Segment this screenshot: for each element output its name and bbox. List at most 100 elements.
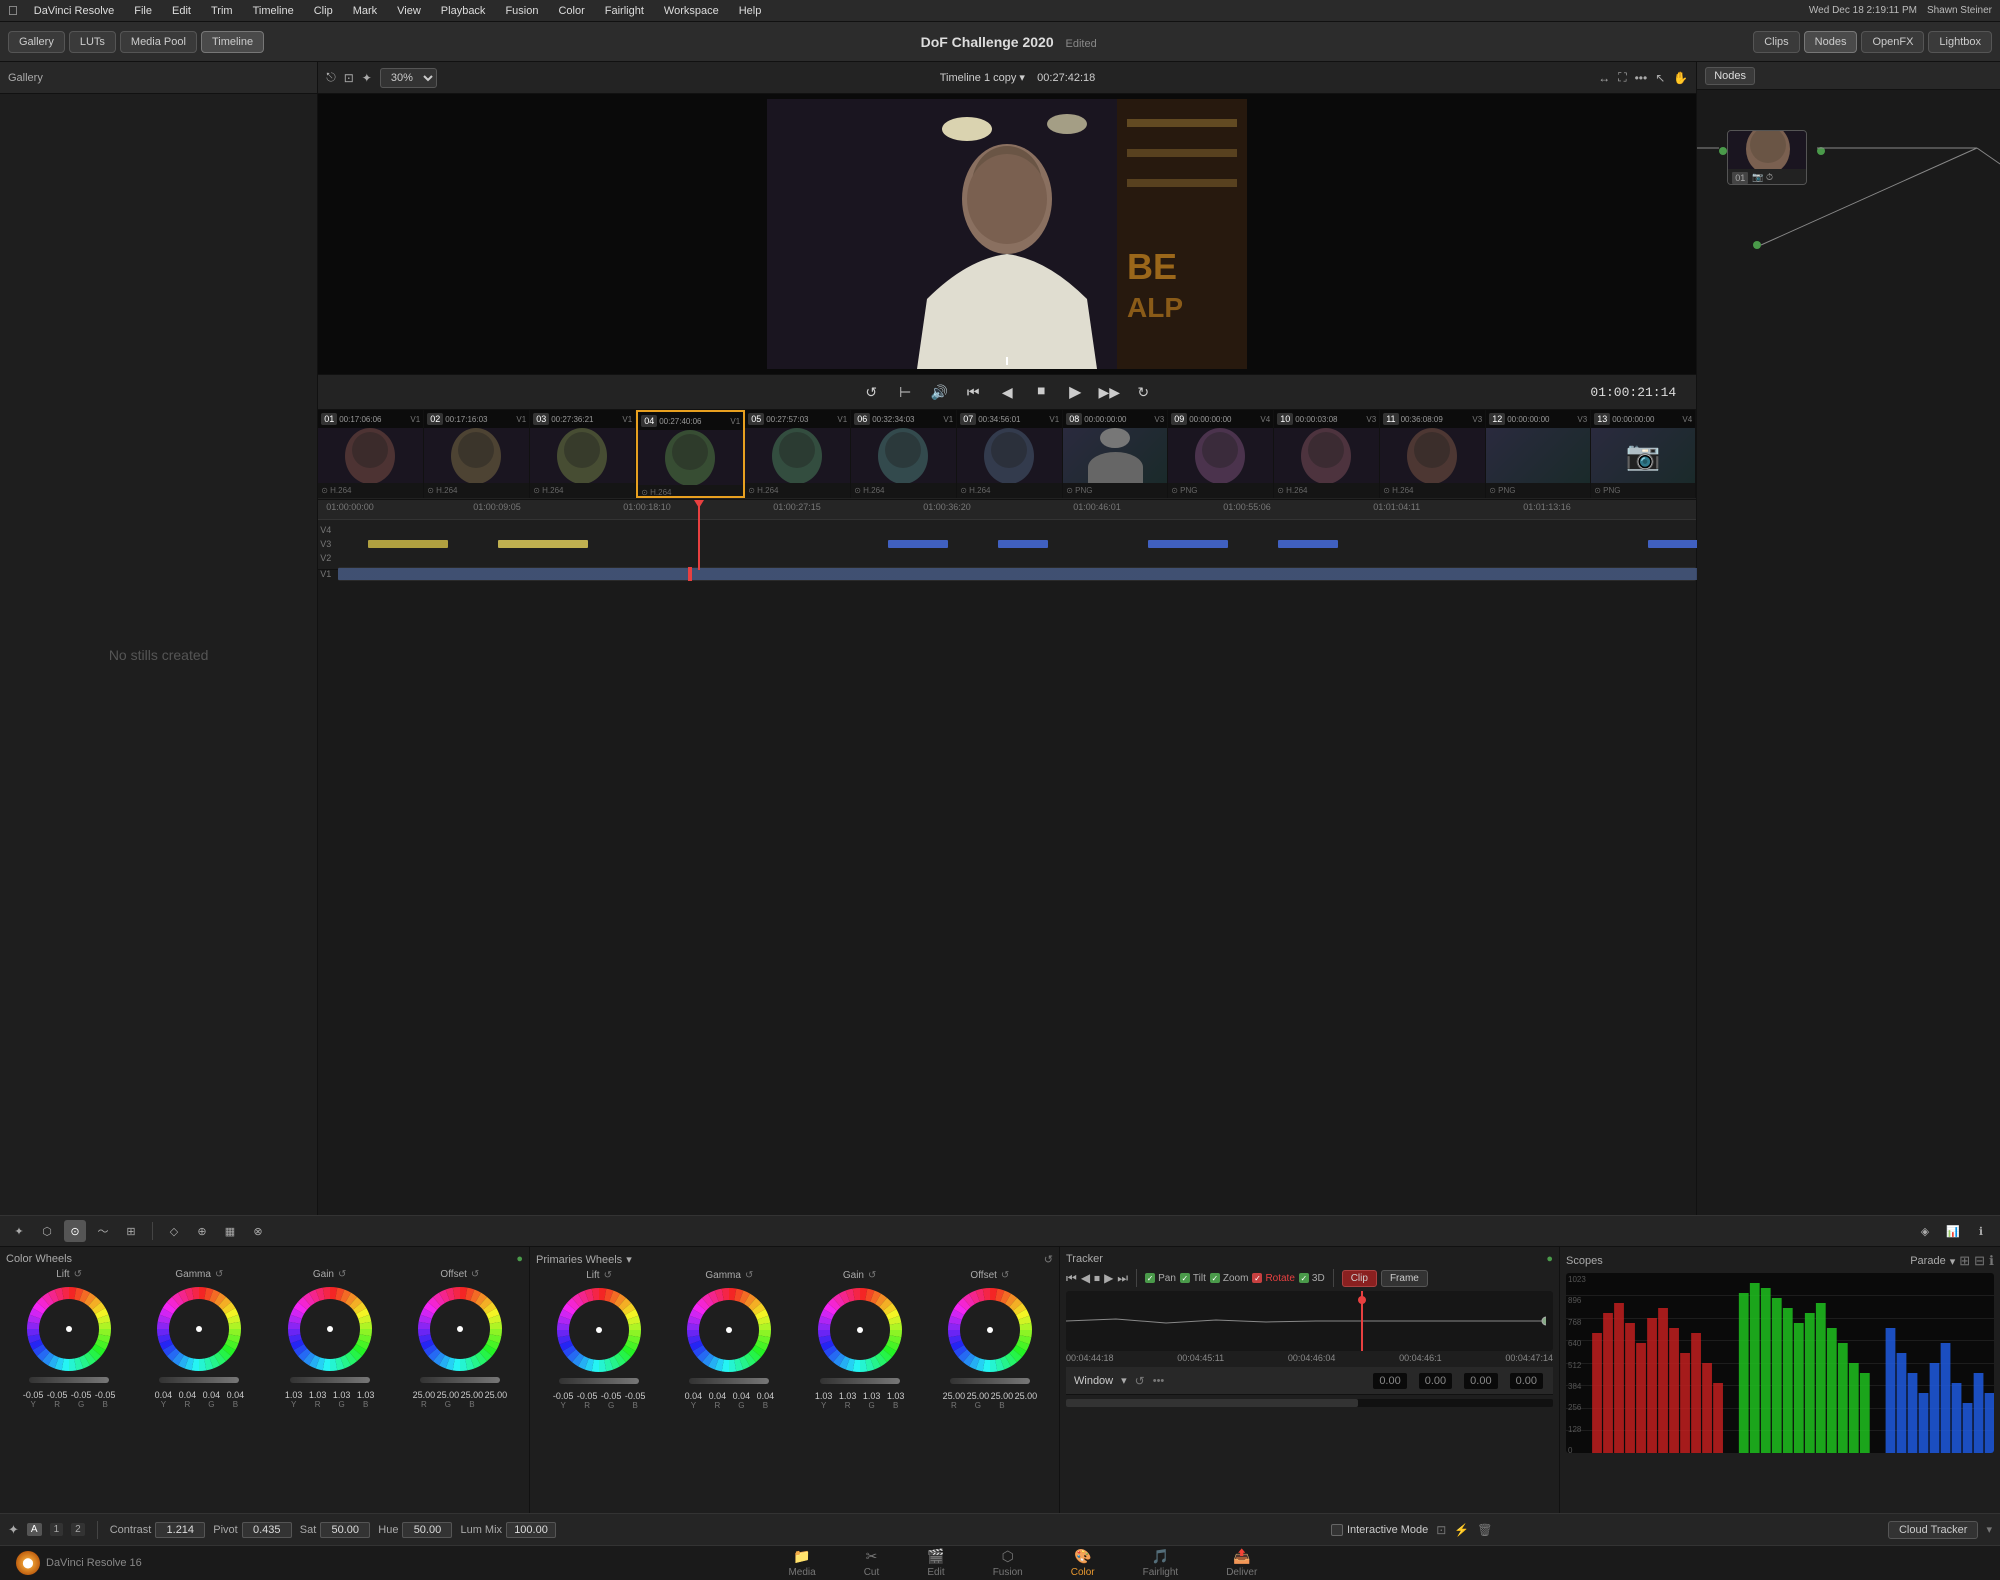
menu-mark[interactable]: Mark	[349, 3, 381, 19]
hue-input[interactable]	[402, 1522, 452, 1538]
cloud-tracker-button[interactable]: Cloud Tracker	[1888, 1521, 1978, 1539]
clip-item-04[interactable]: 04 00:27:40:06 V1 ⊙ H.264	[636, 410, 745, 498]
nav-item-deliver[interactable]: 📤 Deliver	[1202, 1546, 1281, 1580]
tracker-scrubber[interactable]	[1066, 1399, 1553, 1407]
wheels-icon[interactable]: ⊙	[64, 1220, 86, 1242]
scope-toggle-icon[interactable]: 📊	[1942, 1220, 1964, 1242]
loop-icon[interactable]: ↺	[860, 381, 882, 403]
clip-item-05[interactable]: 05 00:27:57:03 V1 ⊙ H.264	[745, 410, 851, 498]
wheel-reset-offset[interactable]: ↺	[1001, 1270, 1009, 1281]
clip-item-08[interactable]: 08 00:00:00:00 V3 ⊙ PNG	[1063, 410, 1168, 498]
wheel-reset-offset[interactable]: ↺	[471, 1269, 479, 1280]
wheel-reset-gain[interactable]: ↺	[338, 1269, 346, 1280]
clip-item-03[interactable]: 03 00:27:36:21 V1 ⊙ H.264	[530, 410, 636, 498]
flag-1[interactable]: 1	[50, 1523, 64, 1536]
window-dropdown[interactable]: ▾	[1121, 1374, 1127, 1387]
step-back-icon[interactable]: ⊢	[894, 381, 916, 403]
zoom-select[interactable]: 30%	[380, 68, 437, 88]
tracker-prev[interactable]: ◀	[1081, 1271, 1090, 1285]
contrast-input[interactable]	[155, 1522, 205, 1538]
frame-btn[interactable]: Frame	[1381, 1270, 1428, 1287]
menu-help[interactable]: Help	[735, 3, 766, 19]
menu-color[interactable]: Color	[554, 3, 588, 19]
wheel-slider-offset[interactable]	[420, 1377, 500, 1383]
nav-item-color[interactable]: 🎨 Color	[1047, 1546, 1119, 1580]
gallery-button[interactable]: Gallery	[8, 31, 65, 53]
nodes-button[interactable]: Nodes	[1804, 31, 1858, 53]
magic-wand-icon[interactable]: ✦	[8, 1220, 30, 1242]
nav-item-cut[interactable]: ✂ Cut	[840, 1546, 904, 1580]
wheel-reset-gain[interactable]: ↺	[868, 1270, 876, 1281]
menu-fairlight[interactable]: Fairlight	[601, 3, 648, 19]
menu-playback[interactable]: Playback	[437, 3, 490, 19]
clip-item-11[interactable]: 11 00:36:08:09 V3 ⊙ H.264	[1380, 410, 1486, 498]
motion-blur-icon[interactable]: ▦	[219, 1220, 241, 1242]
loop-end-icon[interactable]: ↻	[1132, 381, 1154, 403]
clip-item-09[interactable]: 09 00:00:00:00 V4 ⊙ PNG	[1168, 410, 1274, 498]
openfx-button[interactable]: OpenFX	[1861, 31, 1924, 53]
tracker-stop[interactable]: ⏹	[1094, 1271, 1100, 1286]
wheel-svg-lift[interactable]	[554, 1285, 644, 1375]
menu-edit[interactable]: Edit	[168, 3, 195, 19]
primaries-reset[interactable]: ↺	[1044, 1253, 1053, 1266]
wheel-reset-lift[interactable]: ↺	[74, 1269, 82, 1280]
prev-frame-icon[interactable]: ◀	[996, 381, 1018, 403]
tilt-checkbox[interactable]: ✓ Tilt	[1180, 1273, 1206, 1284]
pivot-input[interactable]	[242, 1522, 292, 1538]
qualifier-icon[interactable]: ⬡	[36, 1220, 58, 1242]
nodes-tab[interactable]: Nodes	[1705, 67, 1755, 85]
app-name[interactable]: DaVinci Resolve	[30, 3, 119, 19]
bypass-icon[interactable]: ◈	[1914, 1220, 1936, 1242]
lightbox-button[interactable]: Lightbox	[1928, 31, 1992, 53]
wheel-slider-gain[interactable]	[290, 1377, 370, 1383]
primaries-dropdown[interactable]: ▾	[626, 1253, 632, 1266]
interactive-mode-check[interactable]: Interactive Mode	[1331, 1524, 1428, 1536]
clips-button[interactable]: Clips	[1753, 31, 1799, 53]
wheel-slider-offset[interactable]	[950, 1378, 1030, 1384]
menu-timeline[interactable]: Timeline	[249, 3, 298, 19]
clip-item-01[interactable]: 01 00:17:06:06 V1 ⊙ H.264	[318, 410, 424, 498]
media-pool-button[interactable]: Media Pool	[120, 31, 197, 53]
wheel-svg-gamma[interactable]	[154, 1284, 244, 1374]
wheel-svg-offset[interactable]	[945, 1285, 1035, 1375]
luts-button[interactable]: LUTs	[69, 31, 116, 53]
clip-item-06[interactable]: 06 00:32:34:03 V1 ⊙ H.264	[851, 410, 957, 498]
scopes-more1[interactable]: ⊞	[1959, 1253, 1970, 1269]
curves-icon[interactable]: 〜	[92, 1220, 114, 1242]
wheel-svg-gain[interactable]	[815, 1285, 905, 1375]
wheel-slider-gain[interactable]	[820, 1378, 900, 1384]
link-icon[interactable]: ⚡	[1454, 1523, 1469, 1537]
wheel-reset-gamma[interactable]: ↺	[215, 1269, 223, 1280]
clip-item-13[interactable]: 13 00:00:00:00 V4 📷 ⊙ PNG	[1591, 410, 1696, 498]
wheel-slider-lift[interactable]	[559, 1378, 639, 1384]
wheel-svg-lift[interactable]	[24, 1284, 114, 1374]
wheel-svg-gain[interactable]	[285, 1284, 375, 1374]
timeline-button[interactable]: Timeline	[201, 31, 264, 53]
lum-mix-input[interactable]	[506, 1522, 556, 1538]
nav-item-fusion[interactable]: ⬡ Fusion	[969, 1546, 1047, 1580]
window-reset[interactable]: ↺	[1135, 1374, 1145, 1388]
nav-item-edit[interactable]: 🎬 Edit	[903, 1546, 968, 1580]
sat-input[interactable]	[320, 1522, 370, 1538]
zoom-checkbox[interactable]: ✓ Zoom	[1210, 1273, 1249, 1284]
wheel-svg-offset[interactable]	[415, 1284, 505, 1374]
a-flag[interactable]: A	[27, 1523, 42, 1536]
3d-checkbox[interactable]: ✓ 3D	[1299, 1273, 1325, 1284]
scopes-more2[interactable]: ⊟	[1974, 1253, 1985, 1269]
menu-view[interactable]: View	[393, 3, 425, 19]
menu-workspace[interactable]: Workspace	[660, 3, 723, 19]
clip-btn[interactable]: Clip	[1342, 1270, 1377, 1287]
nav-item-fairlight[interactable]: 🎵 Fairlight	[1119, 1546, 1203, 1580]
menu-file[interactable]: File	[130, 3, 156, 19]
rotate-checkbox[interactable]: ✓ Rotate	[1252, 1273, 1294, 1284]
scopes-dropdown[interactable]: ▾	[1950, 1255, 1956, 1268]
wheel-slider-gamma[interactable]	[159, 1377, 239, 1383]
cloud-dropdown[interactable]: ▾	[1986, 1523, 1992, 1536]
skip-to-start-icon[interactable]: ⏮	[962, 381, 984, 403]
tracker-skip-end[interactable]: ⏭	[1117, 1271, 1128, 1286]
menu-trim[interactable]: Trim	[207, 3, 237, 19]
speaker-icon[interactable]: 🔊	[928, 381, 950, 403]
wheel-slider-gamma[interactable]	[689, 1378, 769, 1384]
wheel-svg-gamma[interactable]	[684, 1285, 774, 1375]
stop-icon[interactable]: ⏹	[1030, 381, 1052, 403]
